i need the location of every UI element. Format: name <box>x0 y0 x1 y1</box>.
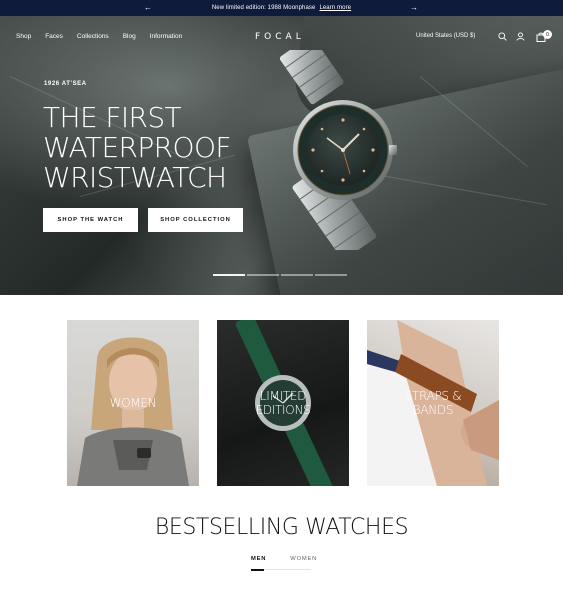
hero-watch-image <box>279 50 397 250</box>
hero-headline-line: THE FIRST <box>43 101 182 134</box>
carousel-indicators <box>213 274 347 276</box>
carousel-dot[interactable] <box>281 274 313 276</box>
nav-item-shop[interactable]: Shop <box>16 33 31 40</box>
main-navigation: Shop Faces Collections Blog Information … <box>0 16 563 60</box>
arrow-left-icon[interactable]: ← <box>144 3 152 12</box>
cart-count-badge: 0 <box>543 30 552 39</box>
carousel-dot[interactable] <box>315 274 347 276</box>
arrow-right-icon[interactable]: → <box>410 3 418 12</box>
category-tile-women[interactable]: WOMEN <box>67 320 199 486</box>
hero-headline-line: WATERPROOF <box>43 131 232 164</box>
category-tile-limited-editions[interactable]: LIMITED EDITIONS <box>217 320 349 486</box>
nav-item-information[interactable]: Information <box>150 33 183 40</box>
category-label: LIMITED EDITIONS <box>255 389 311 417</box>
section-title: BESTSELLING WATCHES <box>154 515 409 540</box>
shop-collection-button[interactable]: SHOP COLLECTION <box>148 208 243 232</box>
currency-label: United States (USD $) <box>416 33 476 39</box>
tab-women[interactable]: WOMEN <box>290 556 317 562</box>
nav-item-faces[interactable]: Faces <box>45 33 63 40</box>
hero-headline: THE FIRST WATERPROOF WRISTWATCH <box>43 103 253 193</box>
category-tile-straps-bands[interactable]: STRAPS & BANDS <box>367 320 499 486</box>
product-tabs: MEN WOMEN <box>251 556 317 562</box>
currency-selector[interactable]: United States (USD $) <box>416 33 475 39</box>
brand-logo[interactable]: FOCAL <box>255 32 305 42</box>
search-icon[interactable] <box>498 32 507 41</box>
account-icon[interactable] <box>516 32 525 41</box>
announcement-link[interactable]: Learn more <box>319 5 351 11</box>
nav-item-blog[interactable]: Blog <box>123 33 136 40</box>
tab-active-indicator <box>251 569 264 571</box>
announcement-bar: ← New limited edition: 1988 Moonphase Le… <box>0 0 563 16</box>
carousel-dot[interactable] <box>247 274 279 276</box>
hero-headline-line: WRISTWATCH <box>43 161 227 194</box>
tab-men[interactable]: MEN <box>251 556 266 562</box>
announcement-message: New limited edition: 1988 Moonphase <box>211 5 316 11</box>
shop-the-watch-button[interactable]: SHOP THE WATCH <box>43 208 138 232</box>
category-label: STRAPS & BANDS <box>404 389 462 417</box>
hero-eyebrow: 1926 AT'SEA <box>44 81 87 87</box>
nav-item-collections[interactable]: Collections <box>77 33 109 40</box>
carousel-dot[interactable] <box>213 274 245 276</box>
category-label: WOMEN <box>109 396 157 410</box>
